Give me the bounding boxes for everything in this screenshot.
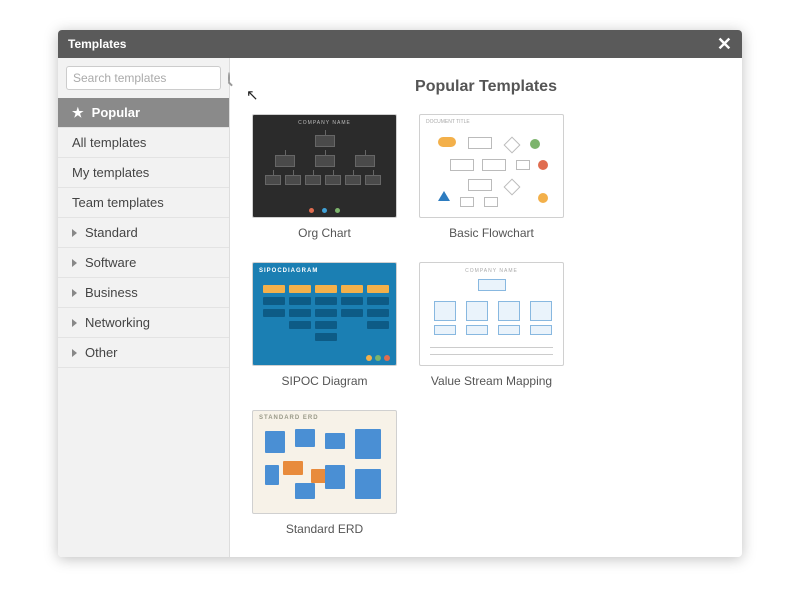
template-card-standard-erd[interactable]: STANDARD ERD Standard ERD: [252, 410, 397, 536]
template-card-basic-flowchart[interactable]: DOCUMENT TITLE: [419, 114, 564, 240]
sidebar-item-other[interactable]: Other: [58, 338, 229, 368]
titlebar: Templates ✕: [58, 30, 742, 58]
template-label: Value Stream Mapping: [419, 374, 564, 388]
search-input[interactable]: [73, 71, 228, 85]
sidebar-item-my-templates[interactable]: My templates: [58, 158, 229, 188]
sidebar: ★ Popular All templates My templates Tea…: [58, 58, 230, 557]
sidebar-item-standard[interactable]: Standard: [58, 218, 229, 248]
caret-icon: [72, 229, 77, 237]
template-thumbnail: SIPOCDIAGRAM: [252, 262, 397, 366]
template-thumbnail: COMPANY NAME: [252, 114, 397, 218]
sidebar-item-label: Popular: [92, 105, 140, 120]
main-heading: Popular Templates: [252, 78, 720, 96]
sidebar-item-all-templates[interactable]: All templates: [58, 128, 229, 158]
sidebar-item-popular[interactable]: ★ Popular: [58, 98, 229, 128]
sidebar-item-label: Standard: [85, 225, 138, 240]
template-thumbnail: COMPANY NAME: [419, 262, 564, 366]
template-label: Org Chart: [252, 226, 397, 240]
sidebar-item-label: Networking: [85, 315, 150, 330]
close-icon[interactable]: ✕: [717, 35, 732, 53]
sidebar-list: ★ Popular All templates My templates Tea…: [58, 98, 229, 368]
sidebar-item-label: Other: [85, 345, 118, 360]
titlebar-title: Templates: [68, 37, 126, 51]
sidebar-item-label: My templates: [72, 165, 149, 180]
template-card-sipoc-diagram[interactable]: SIPOCDIAGRAM: [252, 262, 397, 388]
sidebar-item-label: Business: [85, 285, 138, 300]
main-panel: ↖ Popular Templates COMPANY NAME: [230, 58, 742, 557]
template-card-value-stream-mapping[interactable]: COMPANY NAME Value Stream Mapping: [419, 262, 564, 388]
caret-icon: [72, 319, 77, 327]
caret-icon: [72, 349, 77, 357]
star-icon: ★: [72, 105, 84, 121]
sidebar-item-business[interactable]: Business: [58, 278, 229, 308]
sidebar-item-label: Team templates: [72, 195, 164, 210]
sidebar-item-networking[interactable]: Networking: [58, 308, 229, 338]
caret-icon: [72, 289, 77, 297]
modal-body: ★ Popular All templates My templates Tea…: [58, 58, 742, 557]
sidebar-item-label: All templates: [72, 135, 146, 150]
caret-icon: [72, 259, 77, 267]
search-wrap: [58, 58, 229, 98]
sidebar-item-software[interactable]: Software: [58, 248, 229, 278]
sidebar-item-label: Software: [85, 255, 136, 270]
sidebar-item-team-templates[interactable]: Team templates: [58, 188, 229, 218]
template-thumbnail: STANDARD ERD: [252, 410, 397, 514]
template-thumbnail: DOCUMENT TITLE: [419, 114, 564, 218]
template-card-org-chart[interactable]: COMPANY NAME Org Chart: [252, 114, 397, 240]
template-label: Basic Flowchart: [419, 226, 564, 240]
templates-modal: Templates ✕ ★ Popular All templates: [58, 30, 742, 557]
template-label: SIPOC Diagram: [252, 374, 397, 388]
template-grid: COMPANY NAME Org Chart: [252, 114, 720, 536]
template-label: Standard ERD: [252, 522, 397, 536]
search-field[interactable]: [66, 66, 221, 90]
